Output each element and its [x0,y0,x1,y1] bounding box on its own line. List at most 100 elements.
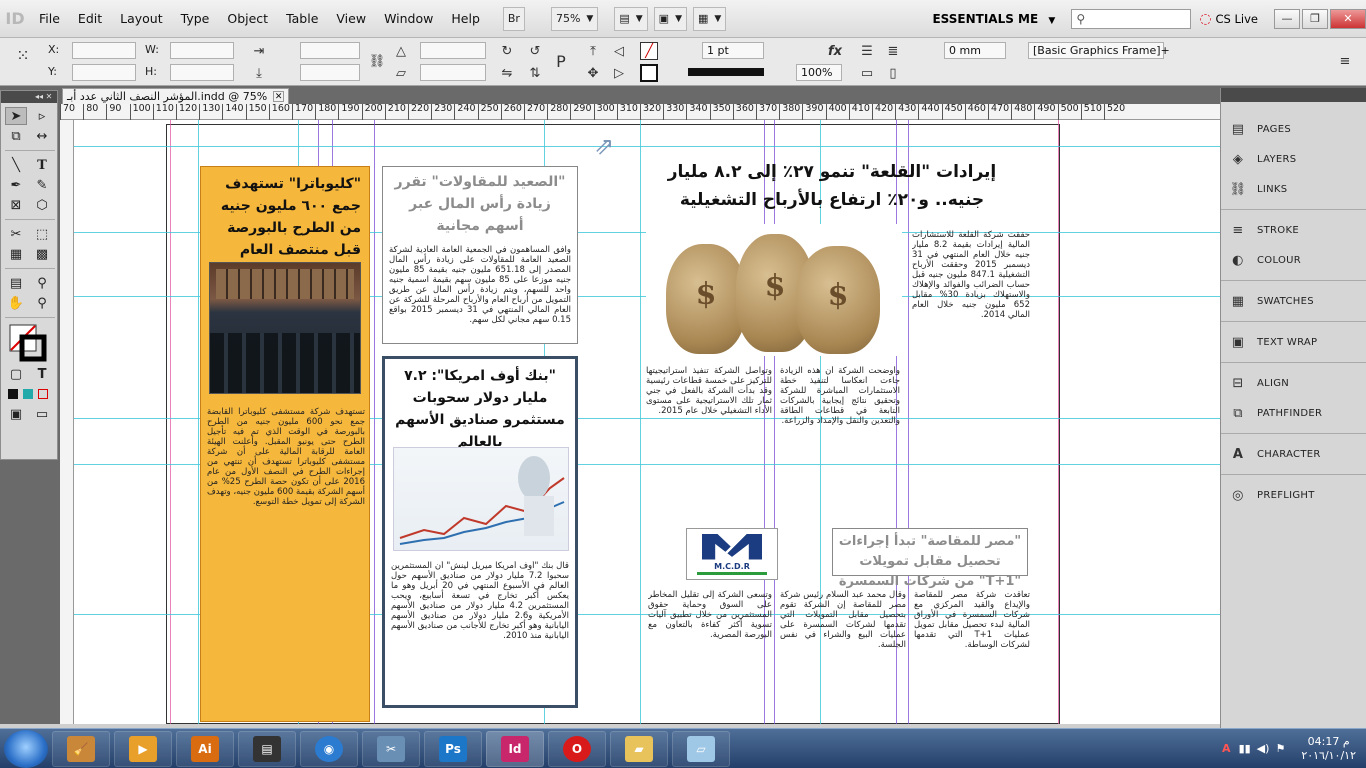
panel-align[interactable]: ⊟ ALIGN [1221,368,1366,398]
formatting-container-icon[interactable]: ▢ [5,365,27,383]
panel-menu-icon[interactable]: ≡ [1336,52,1354,70]
page-tool-icon[interactable]: ⧉ [5,127,27,145]
taskbar-app-opera[interactable]: O [548,730,606,767]
gradient-feather-tool-icon[interactable]: ▩ [31,245,53,263]
screen-mode-dropdown[interactable]: ▣ ▼ [653,6,687,31]
direct-selection-tool-icon[interactable]: ▹ [31,107,53,125]
cs-live-button[interactable]: ◌ CS Live [1199,11,1258,27]
fit-frame-icon[interactable]: ▭ [858,64,876,82]
screen-mode-icon[interactable]: ▭ [31,405,53,423]
acrobat-tray-icon[interactable]: A [1222,742,1231,755]
document-tab[interactable]: المؤشر النصف الثاني عدد أبـ.indd @ 75% ✕ [62,88,290,104]
taskbar-app-explorer[interactable]: ▰ [610,730,668,767]
formatting-text-icon[interactable]: T [31,365,53,383]
close-tab-icon[interactable]: ✕ [273,91,285,102]
note-tool-icon[interactable]: ▤ [5,274,27,292]
align-top-icon[interactable]: ≣ [884,42,902,60]
market-chart-image[interactable] [393,447,569,551]
shear-field[interactable] [420,64,486,81]
normal-view-icon[interactable]: ▣ [5,405,27,423]
flip-vertical-icon[interactable]: ⇅ [526,64,544,82]
panel-pages[interactable]: ▤ PAGES [1221,114,1366,144]
pencil-tool-icon[interactable]: ✎ [31,176,53,194]
bridge-button[interactable]: Br [502,6,525,31]
document-canvas[interactable]: "كليوباترا" تستهدف جمع ٦٠٠ مليون جنيه من… [74,120,1220,724]
fill-swatch-icon[interactable]: ╱ [640,42,658,60]
maximize-button[interactable]: ❐ [1302,8,1328,29]
apply-color-icon[interactable] [5,385,51,403]
hand-tool-icon[interactable]: ✋ [5,294,27,312]
panel-colour[interactable]: ◐ COLOUR [1221,245,1366,275]
taskbar-app-indesign[interactable]: Id [486,730,544,767]
height-field[interactable] [170,64,234,81]
flag-icon[interactable]: ⚑ [1275,742,1285,755]
reference-point-icon[interactable]: ⁙ [14,46,32,65]
pen-tool-icon[interactable]: ✒ [5,176,27,194]
workspace-switcher[interactable]: ESSENTIALS ME ▼ [924,12,1063,26]
fill-stroke-swatch-icon[interactable] [5,323,51,363]
y-field[interactable] [72,64,136,81]
menu-layout[interactable]: Layout [111,11,172,26]
gap-tool-icon[interactable]: ↔ [31,127,53,145]
clock[interactable]: 04:17 م ٢٠١٦/١٠/١٢ [1301,735,1356,763]
taskbar-app-video[interactable]: ▤ [238,730,296,767]
panel-stroke[interactable]: ≡ STROKE [1221,215,1366,245]
stroke-swatch-icon[interactable] [640,64,658,82]
zoom-tool-icon[interactable]: ⚲ [31,294,53,312]
line-tool-icon[interactable]: ╲ [5,156,27,174]
fx-icon[interactable]: fx [826,42,844,60]
scissors-tool-icon[interactable]: ✂ [5,225,27,243]
rotate-cw-icon[interactable]: ↻ [498,42,516,60]
rotation-field[interactable] [420,42,486,59]
path-icon[interactable]: P [552,52,570,71]
money-bags-image[interactable]: $ $ $ [646,224,902,356]
dock-header[interactable] [1221,88,1366,102]
stroke-type-dropdown[interactable] [688,68,764,76]
mcdr-logo[interactable]: M.C.D.R [686,528,778,580]
tools-panel-header[interactable]: ◂◂ ✕ [1,91,57,103]
taskbar-app-tools[interactable]: ✂ [362,730,420,767]
scale-y-field[interactable] [300,64,360,81]
horizontal-ruler[interactable]: 70 80 90 100 110 120 130 140 150 160 170 180 190 200 2… [60,104,1220,120]
rotate-ccw-icon[interactable]: ↺ [526,42,544,60]
article-box[interactable]: "مصر للمقاصة" تبدأ إجراءات تحصيل مقابل ت… [832,528,1028,589]
menu-file[interactable]: File [30,11,69,26]
menu-help[interactable]: Help [442,11,489,26]
select-container-icon[interactable]: ⤒ [584,42,602,60]
polygon-tool-icon[interactable]: ⬡ [31,196,53,214]
rectangle-frame-tool-icon[interactable]: ⊠ [5,196,27,214]
taskbar-app-notes[interactable]: ▱ [672,730,730,767]
panel-character[interactable]: A CHARACTER [1221,439,1366,469]
zoom-dropdown[interactable]: 75% ▼ [550,6,599,31]
constrain-proportions-icon[interactable]: ⛓ [368,52,386,70]
x-field[interactable] [72,42,136,59]
taskbar-app-photoshop[interactable]: Ps [424,730,482,767]
panel-links[interactable]: ⛓ LINKS [1221,174,1366,204]
select-previous-icon[interactable]: ◁ [610,42,628,60]
network-icon[interactable]: ▮▮ [1239,742,1251,755]
width-field[interactable] [170,42,234,59]
panel-preflight[interactable]: ◎ PREFLIGHT [1221,480,1366,510]
article-box[interactable]: "بنك أوف امريكا": ٧.٢ مليار دولار سحوبات… [382,356,578,708]
text-frame-options-icon[interactable]: ☰ [858,42,876,60]
taskbar-app-cleaner[interactable]: 🧹 [52,730,110,767]
gradient-tool-icon[interactable]: ▦ [5,245,27,263]
feature-column[interactable]: "كليوباترا" تستهدف جمع ٦٠٠ مليون جنيه من… [200,166,370,722]
free-transform-tool-icon[interactable]: ⬚ [31,225,53,243]
panel-swatches[interactable]: ▦ SWATCHES [1221,286,1366,316]
taskbar-app-media[interactable]: ▶ [114,730,172,767]
taskbar-app-browser[interactable]: ◉ [300,730,358,767]
type-tool-icon[interactable]: T [31,156,53,174]
panel-layers[interactable]: ◈ LAYERS [1221,144,1366,174]
menu-view[interactable]: View [327,11,375,26]
select-next-icon[interactable]: ▷ [610,64,628,82]
selection-tool-icon[interactable]: ➤ [5,107,27,125]
menu-type[interactable]: Type [172,11,219,26]
view-options-dropdown[interactable]: ▤ ▼ [614,6,648,31]
article-box[interactable]: "الصعيد للمقاولات" تقرر زيادة رأس المال … [382,166,578,344]
taskbar-app-illustrator[interactable]: Ai [176,730,234,767]
menu-table[interactable]: Table [277,11,327,26]
menu-window[interactable]: Window [375,11,442,26]
eyedropper-tool-icon[interactable]: ⚲ [31,274,53,292]
help-search-input[interactable]: ⚲ [1071,8,1192,29]
